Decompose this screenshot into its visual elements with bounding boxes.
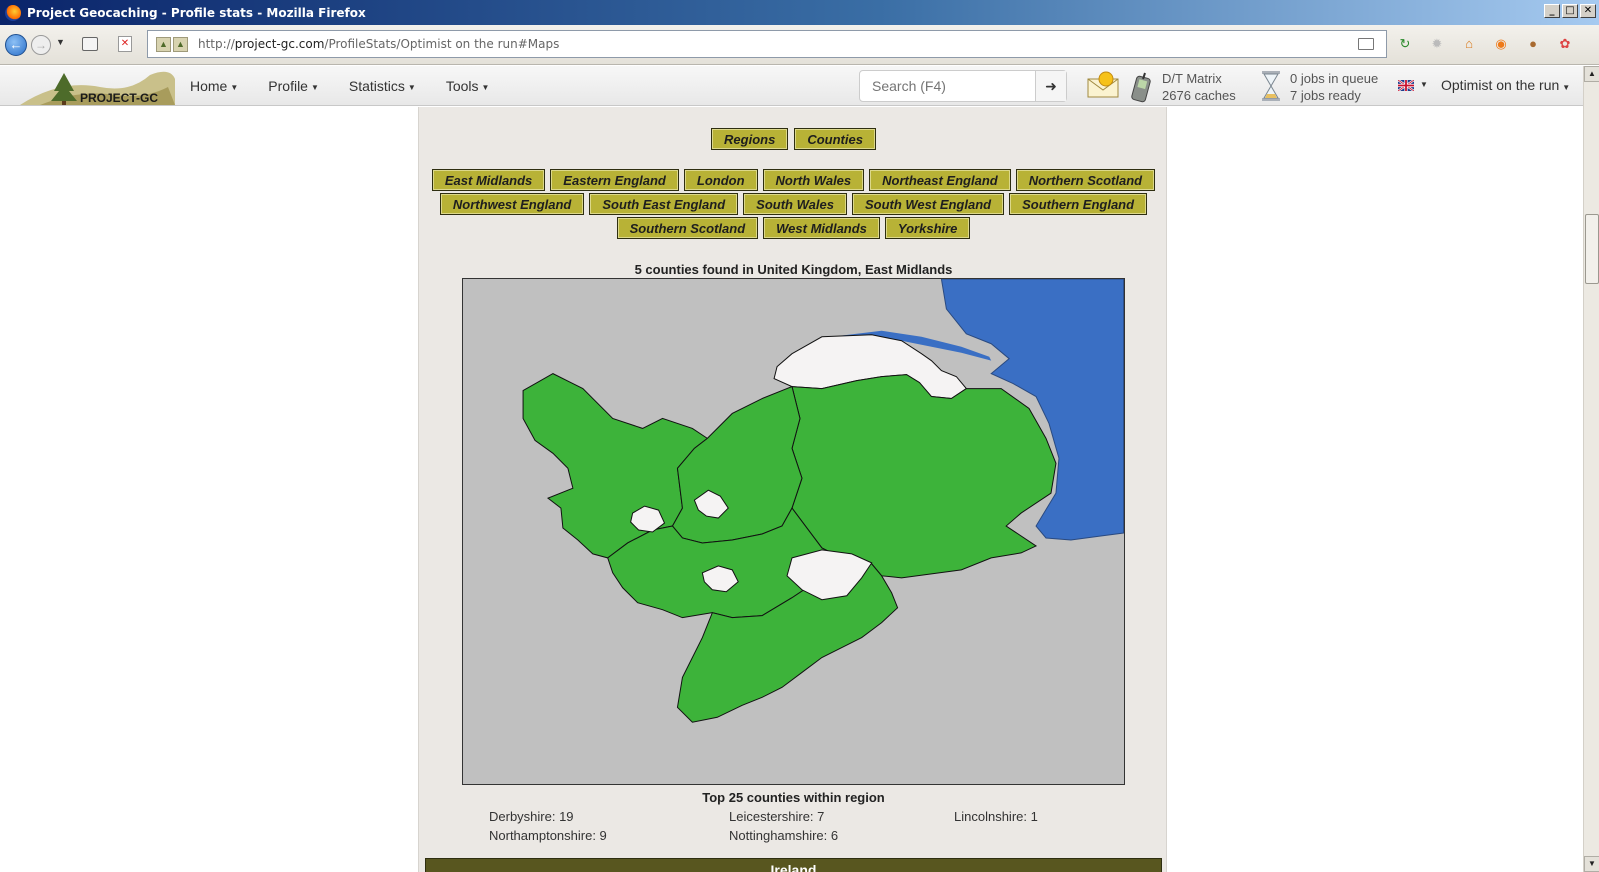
project-gc-logo[interactable]: PROJECT-GC <box>20 69 175 105</box>
gps-device-icon[interactable] <box>1129 71 1153 103</box>
user-menu[interactable]: Optimist on the run ▼ <box>1441 77 1570 93</box>
refresh-icon[interactable]: ↻ <box>1395 34 1415 54</box>
scrollbar-thumb[interactable] <box>1585 214 1599 284</box>
scroll-up-icon[interactable]: ▲ <box>1584 66 1599 82</box>
menu-profile[interactable]: Profile ▼ <box>268 78 319 94</box>
region-southern-scotland-button[interactable]: Southern Scotland <box>616 217 759 239</box>
region-northern-scotland-button[interactable]: Northern Scotland <box>1015 169 1156 191</box>
page-content: Regions Counties East Midlands Eastern E… <box>0 107 1583 872</box>
toolbar-addon-icons: ↻ ✹ ⌂ ◉ ● ✿ <box>1395 34 1575 54</box>
window-controls: _ □ ✕ <box>1544 4 1596 18</box>
region-south-wales-button[interactable]: South Wales <box>743 193 847 215</box>
tree-favicon-icon: ▲ <box>173 36 188 52</box>
map-mode-tabs: Regions Counties <box>419 128 1168 150</box>
site-search: ➜ <box>859 70 1067 102</box>
sync-icon[interactable]: ✹ <box>1427 34 1447 54</box>
cookie-icon[interactable]: ● <box>1523 34 1543 54</box>
region-row: Northwest England South East England Sou… <box>439 193 1148 215</box>
search-go-button[interactable]: ➜ <box>1035 71 1066 101</box>
language-caret-icon[interactable]: ▼ <box>1420 80 1428 89</box>
region-south-west-england-button[interactable]: South West England <box>851 193 1005 215</box>
caret-down-icon: ▼ <box>481 82 490 92</box>
page-scrollbar[interactable]: ▲ ▼ <box>1583 66 1599 872</box>
firefox-logo-icon <box>5 4 21 21</box>
list-item: Nottinghamshire: 6 <box>729 828 839 843</box>
forward-arrow-icon[interactable]: → <box>31 35 51 55</box>
region-row: East Midlands Eastern England London Nor… <box>431 169 1156 191</box>
window-titlebar: Project Geocaching - Profile stats - Moz… <box>0 0 1599 25</box>
county-map[interactable] <box>462 278 1125 785</box>
url-bar[interactable]: ▲ ▲ http://project-gc.com/ProfileStats/O… <box>147 30 1387 58</box>
jobs-info[interactable]: 0 jobs in queue 7 jobs ready <box>1290 70 1378 104</box>
caret-down-icon: ▼ <box>310 82 319 92</box>
tab-regions[interactable]: Regions <box>711 128 789 150</box>
search-input[interactable] <box>860 71 1035 101</box>
stop-icon[interactable]: ✕ <box>118 36 132 52</box>
region-south-east-england-button[interactable]: South East England <box>589 193 739 215</box>
maps-panel: Regions Counties East Midlands Eastern E… <box>418 107 1167 872</box>
maximize-button[interactable]: □ <box>1562 4 1578 18</box>
history-dropdown-icon[interactable]: ▼ <box>56 37 65 47</box>
tree-favicon-icon: ▲ <box>156 36 171 52</box>
map-caption: 5 counties found in United Kingdom, East… <box>634 262 953 277</box>
region-buttons: East Midlands Eastern England London Nor… <box>419 169 1168 239</box>
region-northwest-england-button[interactable]: Northwest England <box>439 193 585 215</box>
home-icon[interactable]: ⌂ <box>1459 34 1479 54</box>
list-item: Leicestershire: 7 <box>729 809 825 824</box>
print-icon[interactable] <box>82 37 98 51</box>
region-east-midlands-button[interactable]: East Midlands <box>431 169 546 191</box>
reader-view-icon[interactable] <box>1358 38 1374 50</box>
caret-down-icon: ▼ <box>407 82 416 92</box>
svg-text:PROJECT-GC: PROJECT-GC <box>80 91 158 105</box>
list-item: Derbyshire: 19 <box>489 809 574 824</box>
region-row: Southern Scotland West Midlands Yorkshir… <box>616 217 971 239</box>
region-eastern-england-button[interactable]: Eastern England <box>550 169 679 191</box>
top-counties-list: Derbyshire: 19 Leicestershire: 7 Lincoln… <box>489 809 1139 843</box>
addon-icon[interactable]: ✿ <box>1555 34 1575 54</box>
ireland-section-header[interactable]: Ireland <box>425 858 1162 872</box>
main-menu: Home ▼ Profile ▼ Statistics ▼ Tools ▼ <box>190 66 489 106</box>
browser-toolbar: ← → ▼ ✕ ▲ ▲ http://project-gc.com/Profil… <box>0 25 1599 65</box>
close-button[interactable]: ✕ <box>1580 4 1596 18</box>
site-favicons: ▲ ▲ <box>156 36 188 52</box>
region-north-wales-button[interactable]: North Wales <box>762 169 865 191</box>
scroll-down-icon[interactable]: ▼ <box>1584 856 1599 872</box>
menu-statistics[interactable]: Statistics ▼ <box>349 78 416 94</box>
region-yorkshire-button[interactable]: Yorkshire <box>884 217 971 239</box>
window-title: Project Geocaching - Profile stats - Moz… <box>27 5 366 20</box>
menu-home[interactable]: Home ▼ <box>190 78 238 94</box>
url-text[interactable]: http://project-gc.com/ProfileStats/Optim… <box>198 37 559 51</box>
region-southern-england-button[interactable]: Southern England <box>1009 193 1148 215</box>
region-northeast-england-button[interactable]: Northeast England <box>869 169 1011 191</box>
dt-matrix-info[interactable]: D/T Matrix 2676 caches <box>1162 70 1236 104</box>
caret-down-icon: ▼ <box>1562 83 1571 92</box>
caret-down-icon: ▼ <box>230 82 239 92</box>
rss-icon[interactable]: ◉ <box>1491 34 1511 54</box>
uk-flag-icon[interactable] <box>1398 80 1414 91</box>
region-london-button[interactable]: London <box>683 169 758 191</box>
back-arrow-icon[interactable]: ← <box>5 34 27 56</box>
menu-tools[interactable]: Tools ▼ <box>446 78 490 94</box>
top-counties-caption: Top 25 counties within region <box>702 790 885 805</box>
tab-counties[interactable]: Counties <box>794 128 876 150</box>
mail-icon[interactable] <box>1086 71 1120 99</box>
county-lincolnshire <box>791 374 1057 579</box>
region-west-midlands-button[interactable]: West Midlands <box>763 217 880 239</box>
list-item: Lincolnshire: 1 <box>954 809 1038 824</box>
list-item: Northamptonshire: 9 <box>489 828 607 843</box>
minimize-button[interactable]: _ <box>1544 4 1560 18</box>
hourglass-icon[interactable] <box>1260 70 1282 102</box>
site-header: PROJECT-GC Home ▼ Profile ▼ Statistics ▼ To… <box>0 66 1583 106</box>
